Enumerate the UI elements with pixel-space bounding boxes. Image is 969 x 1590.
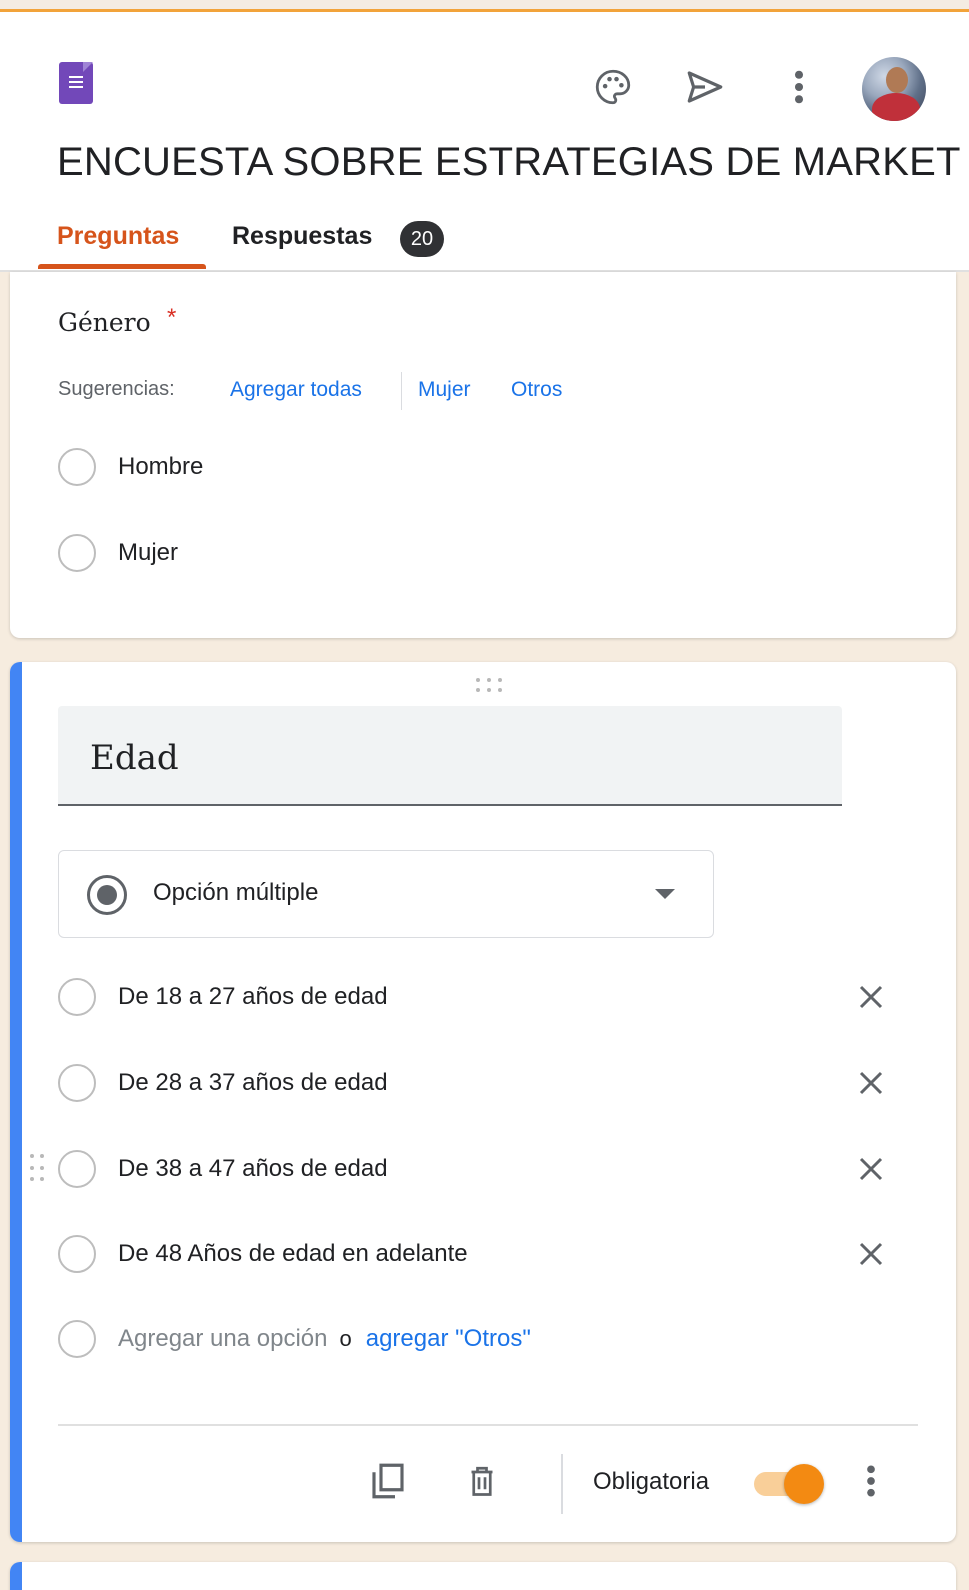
suggestion-add-all-link[interactable]: Agregar todas <box>230 378 362 402</box>
question-card-edad[interactable]: Edad Opción múltiple De 18 a 27 años de … <box>10 662 956 1542</box>
radio-button <box>58 1320 96 1358</box>
option-row: Mujer <box>58 534 178 572</box>
option-label: Hombre <box>118 453 204 480</box>
option-row: De 28 a 37 años de edad <box>58 1064 388 1102</box>
question-type-dropdown[interactable]: Opción múltiple <box>58 850 714 938</box>
option-label[interactable]: De 48 Años de edad en adelante <box>118 1240 468 1268</box>
required-asterisk: * <box>167 304 177 331</box>
radio-button <box>58 1064 96 1102</box>
add-option-row: Agregar una opción o agregar "Otros" <box>58 1320 531 1358</box>
required-label: Obligatoria <box>593 1468 710 1495</box>
close-icon[interactable] <box>848 1060 894 1106</box>
question-type-label: Opción múltiple <box>153 879 319 906</box>
question-title: Edad <box>90 738 179 778</box>
suggestion-otros-link[interactable]: Otros <box>511 378 562 402</box>
send-icon[interactable] <box>682 64 728 110</box>
tab-respuestas[interactable]: Respuestas <box>232 222 372 251</box>
top-accent-strip <box>0 0 969 12</box>
add-other-link[interactable]: agregar "Otros" <box>366 1325 531 1353</box>
option-row: De 38 a 47 años de edad <box>58 1150 388 1188</box>
radio-button <box>58 978 96 1016</box>
user-avatar[interactable] <box>862 57 926 121</box>
question-card-genero[interactable]: Género * Sugerencias: Agregar todas Muje… <box>10 272 956 638</box>
or-text: o <box>339 1326 352 1351</box>
option-row: Hombre <box>58 448 203 486</box>
card-drag-handle-icon[interactable] <box>472 678 506 692</box>
radio-button <box>58 1235 96 1273</box>
option-row: De 48 Años de edad en adelante <box>58 1235 468 1273</box>
next-question-card[interactable] <box>10 1562 956 1590</box>
palette-icon[interactable] <box>590 64 636 110</box>
toggle-knob <box>784 1464 824 1504</box>
close-icon[interactable] <box>848 1231 894 1277</box>
footer-vertical-divider <box>561 1454 563 1514</box>
radio-button <box>58 1150 96 1188</box>
option-label[interactable]: De 38 a 47 años de edad <box>118 1155 388 1183</box>
option-label[interactable]: De 28 a 37 años de edad <box>118 1069 388 1097</box>
close-icon[interactable] <box>848 974 894 1020</box>
delete-icon[interactable] <box>457 1456 507 1506</box>
suggestions-label: Sugerencias: <box>58 378 175 400</box>
add-option-input[interactable]: Agregar una opción <box>118 1325 327 1353</box>
option-label[interactable]: De 18 a 27 años de edad <box>118 983 388 1011</box>
google-forms-logo-icon[interactable] <box>59 62 93 104</box>
question-title-field[interactable]: Edad <box>58 706 842 806</box>
option-label: Mujer <box>118 539 179 566</box>
suggestion-divider <box>401 372 402 410</box>
duplicate-icon[interactable] <box>363 1456 413 1506</box>
more-vert-icon[interactable] <box>848 1458 894 1504</box>
question-title: Género <box>58 308 151 337</box>
close-icon[interactable] <box>848 1146 894 1192</box>
active-tab-indicator <box>38 264 206 269</box>
option-row: De 18 a 27 años de edad <box>58 978 388 1016</box>
radio-button[interactable] <box>58 534 96 572</box>
option-drag-handle-icon[interactable] <box>30 1154 48 1184</box>
radio-button[interactable] <box>58 448 96 486</box>
card-footer-divider <box>58 1424 918 1426</box>
form-title: ENCUESTA SOBRE ESTRATEGIAS DE MARKET <box>57 140 961 184</box>
responses-count-badge: 20 <box>400 221 444 257</box>
more-vert-icon[interactable] <box>776 64 822 110</box>
radio-checked-icon <box>87 875 127 915</box>
suggestion-mujer-link[interactable]: Mujer <box>418 378 471 402</box>
tab-preguntas[interactable]: Preguntas <box>57 222 179 251</box>
required-toggle[interactable] <box>752 1462 828 1506</box>
chevron-down-icon <box>655 889 675 899</box>
